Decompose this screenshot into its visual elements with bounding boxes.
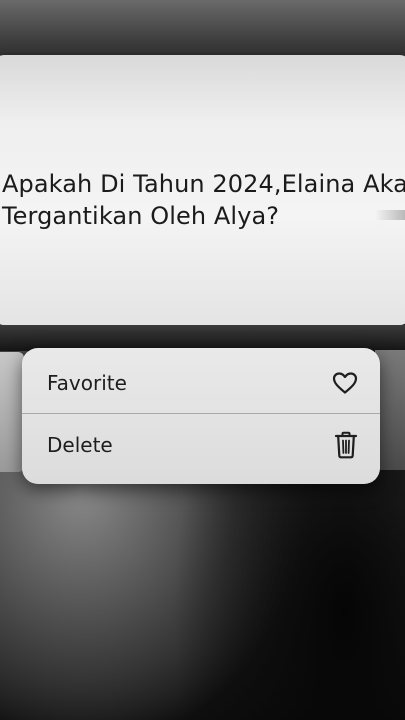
favorite-label: Favorite: [47, 371, 127, 395]
message-line-1: Apakah Di Tahun 2024,Elaina Aka: [2, 170, 405, 198]
message-text: Apakah Di Tahun 2024,Elaina Aka Terganti…: [2, 168, 405, 232]
heart-icon: [332, 371, 358, 395]
trash-icon: [334, 431, 358, 459]
message-line-2: Tergantikan Oleh Alya?: [2, 202, 280, 230]
left-background-strip: [0, 352, 24, 472]
context-menu: Favorite Delete: [22, 348, 380, 484]
favorite-menu-item[interactable]: Favorite: [22, 352, 380, 414]
delete-menu-item[interactable]: Delete: [22, 414, 380, 476]
edge-highlight: [375, 210, 405, 220]
delete-label: Delete: [47, 433, 113, 457]
